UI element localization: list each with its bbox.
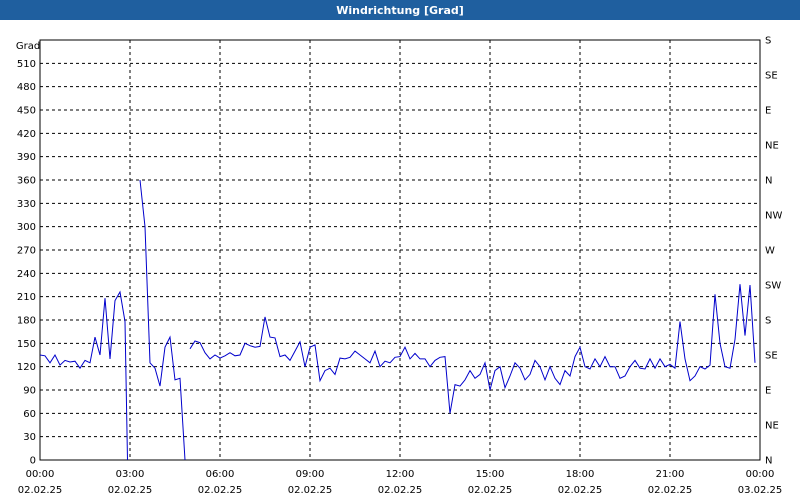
x-tick-time: 12:00 <box>386 469 415 480</box>
x-tick-date: 02.02.25 <box>378 485 423 496</box>
y-tick-label: 510 <box>17 59 36 70</box>
x-tick-time: 15:00 <box>476 469 505 480</box>
compass-label: NW <box>765 211 782 222</box>
y-tick-label: 30 <box>23 432 36 443</box>
axes: 0 30 60 90 120 150 180 210 240 270 300 330 360 390 420… <box>16 36 783 497</box>
y-tick-label: 240 <box>17 269 36 280</box>
y-tick-label: 330 <box>17 199 36 210</box>
y-tick-label: 90 <box>23 386 36 397</box>
compass-label: E <box>765 106 771 117</box>
y-tick-label: 390 <box>17 152 36 163</box>
y-tick-label: 360 <box>17 176 36 187</box>
x-tick-time: 06:00 <box>206 469 235 480</box>
compass-label: N <box>765 456 772 467</box>
x-tick-time: 21:00 <box>656 469 685 480</box>
compass-label: W <box>765 246 775 257</box>
y-tick-label: 270 <box>17 246 36 257</box>
y-tick-label: 300 <box>17 222 36 233</box>
compass-label: NE <box>765 421 779 432</box>
compass-label: S <box>765 316 771 327</box>
x-tick-date: 02.02.25 <box>468 485 513 496</box>
y-tick-label: 0 <box>30 456 36 467</box>
x-tick-date: 02.02.25 <box>648 485 693 496</box>
x-tick-date: 02.02.25 <box>198 485 243 496</box>
x-tick-date: 02.02.25 <box>18 485 63 496</box>
y-tick-label: 150 <box>17 339 36 350</box>
series-line <box>39 290 128 461</box>
y-tick-label: 180 <box>17 316 36 327</box>
x-tick-date: 02.02.25 <box>558 485 603 496</box>
compass-label: N <box>765 176 772 187</box>
compass-label: SE <box>765 351 778 362</box>
compass-label: S <box>765 36 771 47</box>
y-tick-label: 420 <box>17 129 36 140</box>
x-tick-time: 00:00 <box>746 469 775 480</box>
y-axis-label: Grad <box>16 41 40 52</box>
compass-label: SE <box>765 71 778 82</box>
compass-label: E <box>765 386 771 397</box>
x-tick-date: 02.02.25 <box>108 485 153 496</box>
y-tick-label: 120 <box>17 362 36 373</box>
grid <box>40 40 760 460</box>
x-tick-date: 03.02.25 <box>738 485 783 496</box>
y-tick-label: 210 <box>17 292 36 303</box>
x-tick-time: 09:00 <box>296 469 325 480</box>
x-tick-date: 02.02.25 <box>288 485 333 496</box>
x-tick-time: 00:00 <box>26 469 55 480</box>
compass-label: SW <box>765 281 781 292</box>
y-tick-label: 60 <box>23 409 36 420</box>
y-tick-label: 480 <box>17 82 36 93</box>
compass-label: NE <box>765 141 779 152</box>
wind-direction-chart: 0 30 60 90 120 150 180 210 240 270 300 330 360 390 420… <box>16 36 783 497</box>
y-tick-label: 450 <box>17 106 36 117</box>
x-tick-time: 18:00 <box>566 469 595 480</box>
x-tick-time: 03:00 <box>116 469 145 480</box>
